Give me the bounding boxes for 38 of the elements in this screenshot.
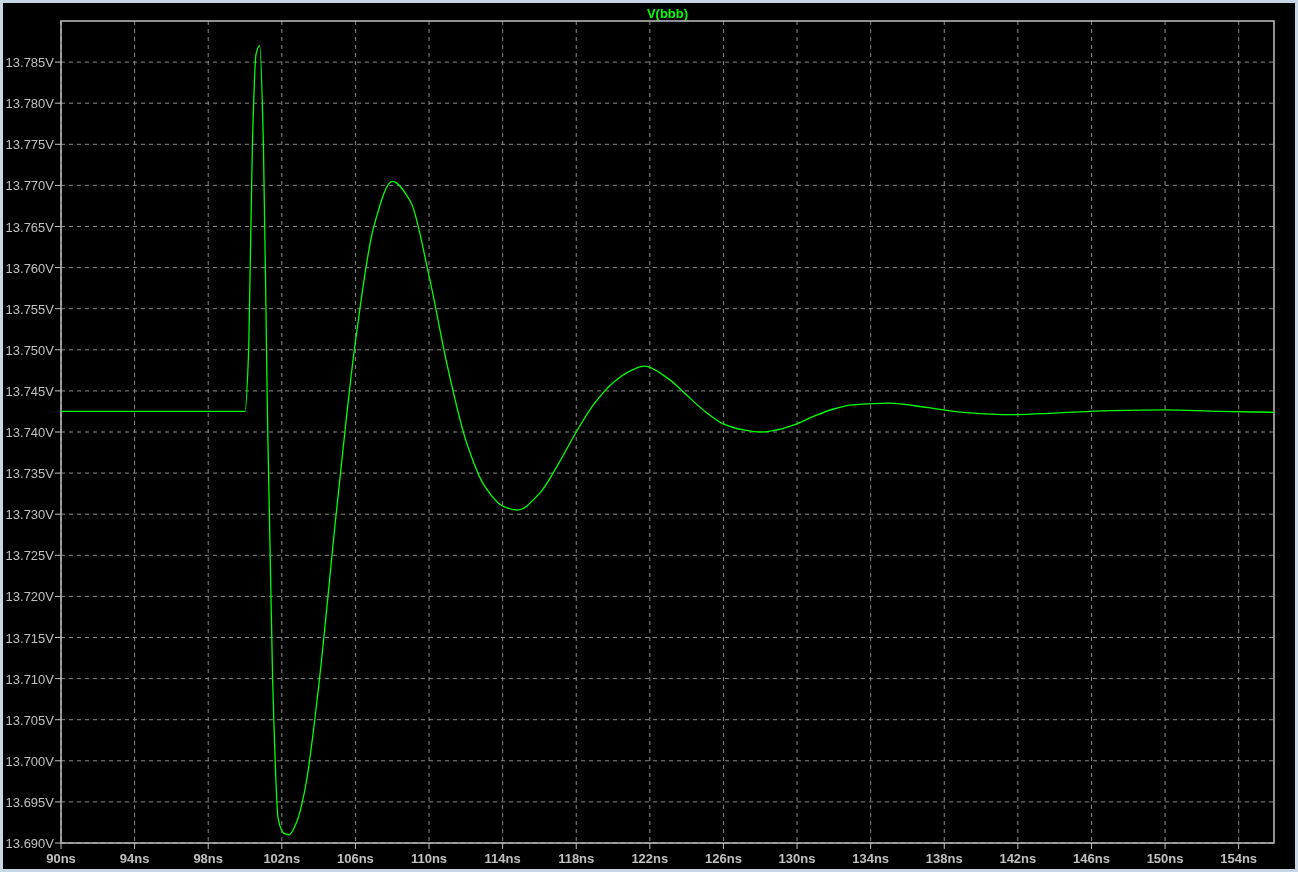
axis-tick-label: 122ns <box>631 851 669 866</box>
axis-tick-label: 150ns <box>1146 851 1184 866</box>
axis-tick-label: 13.690V <box>5 836 54 851</box>
axis-tick-label: 13.715V <box>5 630 54 646</box>
trace-label: V(bbb) <box>646 6 689 21</box>
axis-tick-label: 98ns <box>193 851 224 866</box>
axis-tick-label: 118ns <box>558 851 595 866</box>
axis-tick-label: 154ns <box>1220 851 1258 866</box>
axis-tick-label: 13.720V <box>5 589 54 605</box>
axis-tick-label: 13.740V <box>5 425 54 440</box>
axis-tick-label: 114ns <box>484 851 521 866</box>
axis-tick-label: 13.730V <box>5 507 54 523</box>
axis-tick-label: 146ns <box>1073 851 1110 866</box>
axis-tick-label: 110ns <box>410 851 448 866</box>
axis-tick-label: 106ns <box>337 851 374 866</box>
axis-tick-label: 13.765V <box>5 219 54 235</box>
axis-tick-label: 90ns <box>46 851 76 866</box>
axis-tick-label: 94ns <box>119 851 150 866</box>
axis-tick-label: 13.695V <box>5 794 54 810</box>
axis-tick-label: 102ns <box>263 851 301 866</box>
axis-tick-label: 130ns <box>778 851 816 866</box>
axis-tick-label: 13.750V <box>5 342 54 358</box>
axis-tick-label: 13.780V <box>5 96 54 112</box>
axis-tick-label: 126ns <box>705 851 742 866</box>
axis-tick-label: 13.775V <box>5 137 54 153</box>
axis-tick-label: 13.785V <box>5 55 54 71</box>
axis-tick-label: 13.725V <box>5 548 54 564</box>
axis-tick-label: 13.700V <box>5 753 54 769</box>
axis-tick-label: 138ns <box>925 851 963 866</box>
axis-tick-label: 134ns <box>852 851 890 866</box>
axis-tick-label: 13.710V <box>5 671 54 687</box>
axis-tick-label: 142ns <box>999 851 1037 866</box>
axis-tick-label: 13.770V <box>5 178 54 194</box>
axis-tick-label: 13.745V <box>5 383 54 399</box>
axis-tick-label: 13.755V <box>5 301 54 317</box>
axis-tick-label: 13.760V <box>5 260 54 276</box>
axis-tick-label: 13.705V <box>5 712 54 728</box>
axis-tick-label: 13.735V <box>5 466 54 482</box>
